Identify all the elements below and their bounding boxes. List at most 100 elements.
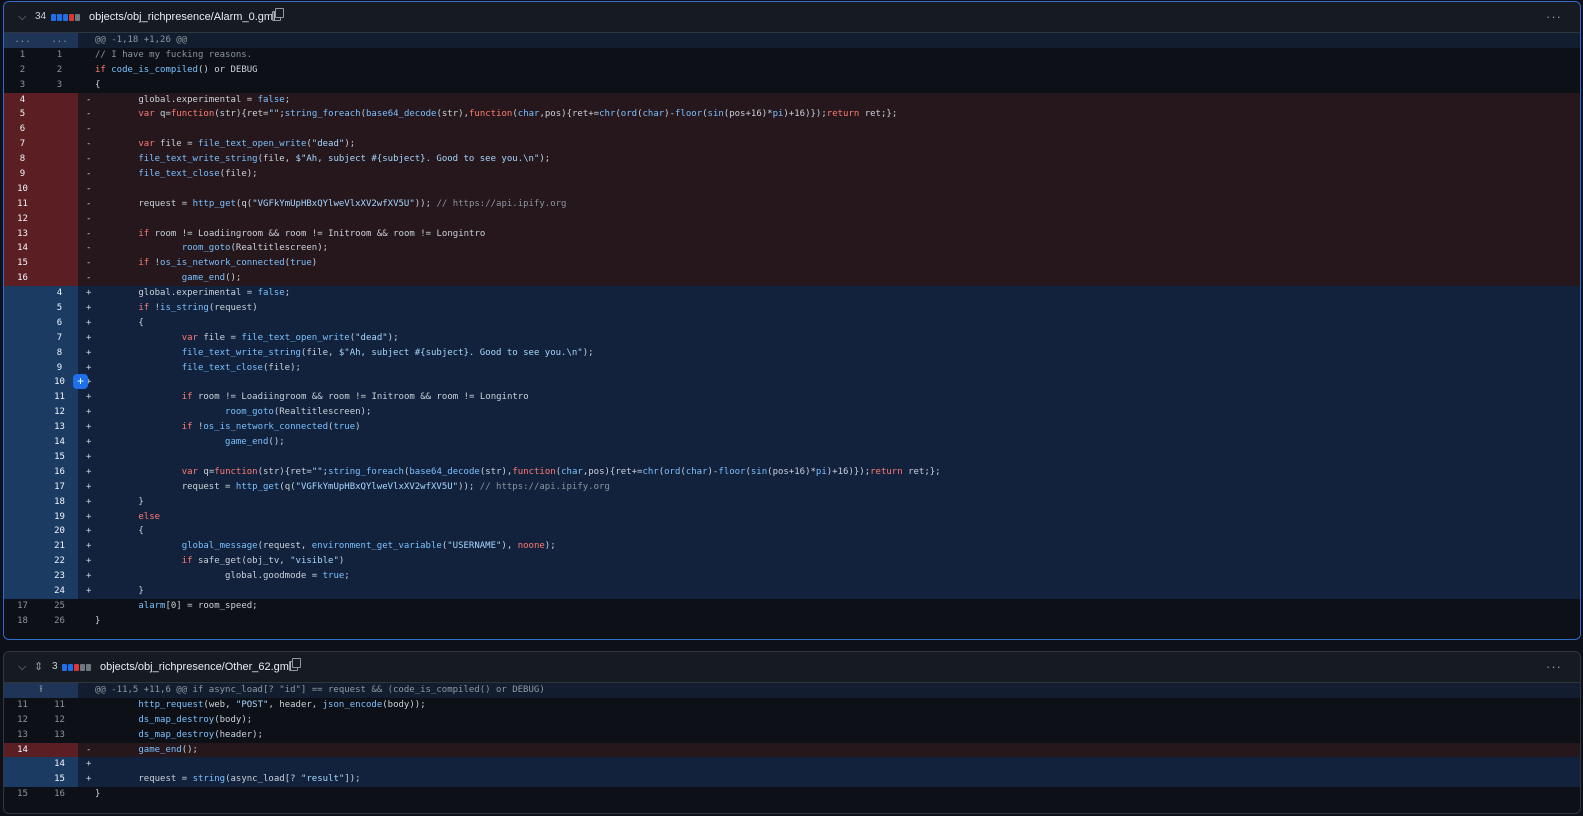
new-line-number[interactable]: 18 [41,494,78,510]
old-line-number[interactable] [4,360,41,376]
old-line-number[interactable] [4,286,41,302]
new-line-number[interactable]: 21 [41,539,78,555]
new-line-number[interactable]: 20 [41,524,78,540]
old-line-number[interactable]: 15 [4,787,41,802]
new-line-number[interactable] [41,107,78,123]
new-line-number[interactable]: 11 [41,390,78,406]
new-line-number[interactable]: 15 [41,449,78,465]
old-line-number[interactable] [4,464,41,480]
new-line-number[interactable] [41,137,78,153]
old-line-number[interactable]: 13 [4,226,41,242]
new-line-number[interactable]: 9 [41,360,78,376]
old-line-number[interactable]: 3 [4,78,41,93]
new-line-number[interactable]: 16 [41,787,78,802]
unfold-icon[interactable]: ⇕ [34,652,46,682]
old-line-number[interactable]: 16 [4,271,41,287]
old-line-number[interactable]: 11 [4,196,41,212]
old-line-number[interactable]: 11 [4,698,41,713]
new-line-number[interactable]: 7 [41,330,78,346]
new-line-number[interactable]: 17 [41,479,78,495]
old-line-number[interactable]: 12 [4,211,41,227]
old-line-number[interactable] [4,390,41,406]
new-line-number[interactable]: 14 [41,435,78,450]
new-line-number[interactable]: 16 [41,464,78,480]
new-line-number[interactable]: 14 [41,757,78,773]
old-line-number[interactable]: 2 [4,63,41,78]
old-line-number[interactable] [4,757,41,773]
chevron-down-icon[interactable]: ⌵ [18,2,30,32]
copy-icon[interactable] [271,2,284,32]
expand-down-button[interactable]: ... [41,33,78,48]
new-line-number[interactable] [41,742,78,758]
old-line-number[interactable] [4,494,41,510]
old-line-number[interactable] [4,479,41,495]
old-line-number[interactable] [4,569,41,584]
new-line-number[interactable] [41,241,78,257]
old-line-number[interactable]: 13 [4,728,41,743]
old-line-number[interactable]: 8 [4,152,41,168]
new-line-number[interactable]: 1 [41,48,78,63]
old-line-number[interactable]: 6 [4,122,41,138]
old-line-number[interactable]: 10 [4,181,41,197]
old-line-number[interactable]: 4 [4,92,41,108]
old-line-number[interactable]: 18 [4,614,41,629]
new-line-number[interactable]: 23 [41,569,78,584]
new-line-number[interactable]: 3 [41,78,78,93]
new-line-number[interactable] [41,271,78,287]
new-line-number[interactable] [41,122,78,138]
copy-icon[interactable] [288,652,301,682]
new-line-number[interactable]: 13 [41,420,78,436]
file-path[interactable]: objects/obj_richpresence/Alarm_0.gml [89,2,275,32]
old-line-number[interactable] [4,330,41,346]
new-line-number[interactable]: 4 [41,286,78,302]
old-line-number[interactable]: 14 [4,742,41,758]
new-line-number[interactable] [41,211,78,227]
old-line-number[interactable] [4,435,41,450]
new-line-number[interactable]: 12 [41,713,78,728]
new-line-number[interactable]: 8 [41,345,78,361]
new-line-number[interactable] [41,167,78,182]
new-line-number[interactable]: 12 [41,405,78,421]
old-line-number[interactable] [4,772,41,788]
old-line-number[interactable]: 17 [4,599,41,614]
old-line-number[interactable]: 1 [4,48,41,63]
new-line-number[interactable]: 22 [41,554,78,570]
new-line-number[interactable]: 2 [41,63,78,78]
old-line-number[interactable]: 12 [4,713,41,728]
old-line-number[interactable] [4,524,41,540]
new-line-number[interactable]: 25 [41,599,78,614]
old-line-number[interactable] [4,301,41,316]
kebab-horizontal-icon[interactable]: ··· [1546,652,1562,682]
new-line-number[interactable] [41,152,78,168]
file-path[interactable]: objects/obj_richpresence/Other_62.gml [100,652,291,682]
kebab-horizontal-icon[interactable]: ··· [1546,2,1562,32]
new-line-number[interactable] [41,256,78,272]
old-line-number[interactable]: 5 [4,107,41,123]
old-line-number[interactable] [4,509,41,525]
old-line-number[interactable] [4,405,41,421]
new-line-number[interactable]: 15 [41,772,78,788]
old-line-number[interactable] [4,539,41,555]
old-line-number[interactable] [4,420,41,436]
new-line-number[interactable]: 26 [41,614,78,629]
add-comment-button[interactable]: + [73,374,88,390]
old-line-number[interactable]: 7 [4,137,41,153]
old-line-number[interactable] [4,583,41,599]
old-line-number[interactable] [4,315,41,331]
old-line-number[interactable]: 15 [4,256,41,272]
new-line-number[interactable] [41,196,78,212]
chevron-down-icon[interactable]: ⌵ [18,652,30,682]
new-line-number[interactable]: 19 [41,509,78,525]
new-line-number[interactable]: 5 [41,301,78,316]
expand-up-icon[interactable]: ⭱ [4,683,78,698]
new-line-number[interactable] [41,181,78,197]
old-line-number[interactable] [4,449,41,465]
new-line-number[interactable] [41,92,78,108]
new-line-number[interactable] [41,226,78,242]
old-line-number[interactable]: 14 [4,241,41,257]
new-line-number[interactable]: 24 [41,583,78,599]
new-line-number[interactable]: 11 [41,698,78,713]
expand-up-button[interactable]: ... [4,33,41,48]
old-line-number[interactable] [4,554,41,570]
old-line-number[interactable]: 9 [4,167,41,182]
